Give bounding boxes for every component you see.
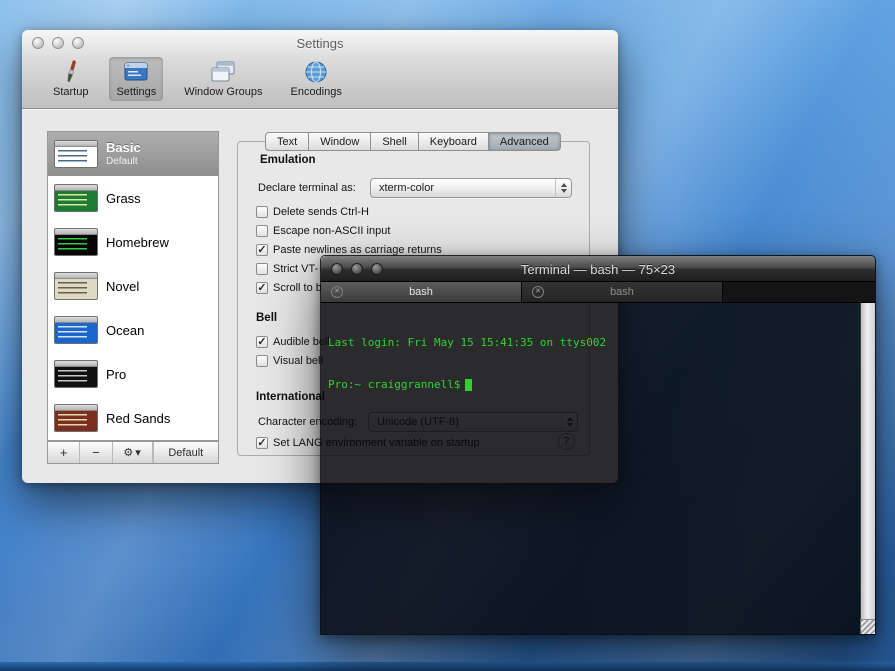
profile-thumbnail-grass bbox=[54, 184, 98, 212]
tab-close-icon[interactable]: ✕ bbox=[331, 286, 343, 298]
checkbox-box[interactable]: ✓ bbox=[256, 282, 268, 294]
profile-thumbnail-pro bbox=[54, 360, 98, 388]
toolbar-label-startup: Startup bbox=[53, 86, 88, 98]
globe-icon bbox=[303, 59, 329, 85]
tab-keyboard[interactable]: Keyboard bbox=[419, 132, 489, 151]
terminal-tab-label: bash bbox=[610, 286, 634, 298]
toolbar-label-window-groups: Window Groups bbox=[184, 86, 262, 98]
terminal-window: Terminal — bash — 75×23 ✕ bash ✕ bash La… bbox=[320, 255, 876, 635]
profile-item-red-sands[interactable]: Red Sands bbox=[48, 396, 218, 440]
tab-shell[interactable]: Shell bbox=[371, 132, 418, 151]
chevron-down-icon: ▾ bbox=[135, 446, 141, 459]
profile-name: Novel bbox=[106, 279, 139, 294]
checkbox-box[interactable] bbox=[256, 263, 268, 275]
profile-item-pro[interactable]: Pro bbox=[48, 352, 218, 396]
profile-name: Homebrew bbox=[106, 235, 169, 250]
desktop-bottom-strip bbox=[0, 662, 895, 671]
checkbox-box[interactable]: ✓ bbox=[256, 437, 268, 449]
profiles-footer-bar: + − ⚙ ▾ Default bbox=[47, 441, 219, 464]
profile-name: Ocean bbox=[106, 323, 144, 338]
toolbar-item-encodings[interactable]: Encodings bbox=[283, 57, 348, 101]
declare-terminal-label: Declare terminal as: bbox=[258, 182, 356, 194]
checkbox-strict-vt[interactable]: Strict VT- bbox=[256, 262, 318, 276]
checkbox-visual-bell[interactable]: Visual bell bbox=[256, 354, 323, 368]
tab-window[interactable]: Window bbox=[309, 132, 371, 151]
profile-name: Basic bbox=[106, 140, 141, 156]
terminal-titlebar[interactable]: Terminal — bash — 75×23 bbox=[321, 256, 875, 282]
toolbar-item-startup[interactable]: Startup bbox=[46, 57, 95, 101]
profile-item-grass[interactable]: Grass bbox=[48, 176, 218, 220]
checkbox-box[interactable]: ✓ bbox=[256, 336, 268, 348]
profiles-list: Basic Default Grass Homebrew Novel Ocean bbox=[47, 131, 219, 441]
window-groups-icon bbox=[210, 59, 236, 85]
profile-item-ocean[interactable]: Ocean bbox=[48, 308, 218, 352]
profile-thumbnail-basic bbox=[54, 140, 98, 168]
profile-thumbnail-homebrew bbox=[54, 228, 98, 256]
paintbrush-icon bbox=[58, 59, 84, 85]
checkbox-box[interactable]: ✓ bbox=[256, 244, 268, 256]
checkbox-box[interactable] bbox=[256, 225, 268, 237]
terminal-tab-2[interactable]: ✕ bash bbox=[522, 282, 723, 302]
profile-default-tag: Default bbox=[106, 156, 141, 168]
checkbox-scroll-to-bottom[interactable]: ✓ Scroll to b bbox=[256, 281, 322, 295]
declare-terminal-value: xterm-color bbox=[371, 182, 555, 194]
terminal-tab-label: bash bbox=[409, 286, 433, 298]
gear-icon: ⚙ bbox=[123, 446, 133, 459]
checkbox-delete-sends-ctrl-h[interactable]: Delete sends Ctrl-H bbox=[256, 205, 369, 219]
international-heading: International bbox=[256, 391, 325, 403]
terminal-scrollbar[interactable] bbox=[860, 303, 875, 634]
profile-thumbnail-ocean bbox=[54, 316, 98, 344]
emulation-heading: Emulation bbox=[260, 154, 316, 166]
bell-heading: Bell bbox=[256, 312, 277, 324]
set-default-button[interactable]: Default bbox=[153, 442, 218, 463]
toolbar-label-settings: Settings bbox=[116, 86, 156, 98]
stepper-arrows-icon bbox=[555, 179, 571, 197]
tab-advanced[interactable]: Advanced bbox=[489, 132, 561, 151]
profile-thumbnail-novel bbox=[54, 272, 98, 300]
add-profile-button[interactable]: + bbox=[48, 442, 80, 463]
terminal-window-title: Terminal — bash — 75×23 bbox=[321, 262, 875, 277]
toolbar-item-window-groups[interactable]: Window Groups bbox=[177, 57, 269, 101]
checkbox-box[interactable] bbox=[256, 355, 268, 367]
tab-close-icon[interactable]: ✕ bbox=[532, 286, 544, 298]
profile-name: Red Sands bbox=[106, 411, 170, 426]
pane-tabs: Text Window Shell Keyboard Advanced bbox=[265, 132, 561, 151]
profile-item-basic[interactable]: Basic Default bbox=[48, 132, 218, 176]
checkbox-escape-non-ascii[interactable]: Escape non-ASCII input bbox=[256, 224, 390, 238]
resize-grip[interactable] bbox=[860, 619, 875, 634]
terminal-tab-1[interactable]: ✕ bash bbox=[321, 282, 522, 302]
profile-item-homebrew[interactable]: Homebrew bbox=[48, 220, 218, 264]
terminal-output[interactable]: Last login: Fri May 15 15:41:35 on ttys0… bbox=[321, 303, 875, 634]
checkbox-box[interactable] bbox=[256, 206, 268, 218]
terminal-cursor bbox=[465, 379, 472, 391]
profile-actions-button[interactable]: ⚙ ▾ bbox=[113, 442, 153, 463]
profile-thumbnail-red-sands bbox=[54, 404, 98, 432]
settings-toolbar: Startup Settings bbox=[46, 57, 349, 101]
tab-text[interactable]: Text bbox=[265, 132, 309, 151]
settings-window-title: Settings bbox=[22, 36, 618, 51]
toolbar-item-settings[interactable]: Settings bbox=[109, 57, 163, 101]
terminal-tab-bar: ✕ bash ✕ bash bbox=[321, 282, 875, 303]
checkbox-audible-bell[interactable]: ✓ Audible bell bbox=[256, 335, 330, 349]
settings-titlebar[interactable]: Settings Startup bbox=[22, 30, 618, 109]
profile-name: Pro bbox=[106, 367, 126, 382]
remove-profile-button[interactable]: − bbox=[80, 442, 112, 463]
declare-terminal-dropdown[interactable]: xterm-color bbox=[370, 178, 572, 198]
terminal-prompt-line: Pro:~ craiggrannell$ bbox=[328, 378, 853, 392]
terminal-line: Last login: Fri May 15 15:41:35 on ttys0… bbox=[328, 336, 853, 350]
profile-item-novel[interactable]: Novel bbox=[48, 264, 218, 308]
settings-window-icon bbox=[123, 59, 149, 85]
toolbar-label-encodings: Encodings bbox=[290, 86, 341, 98]
profile-name: Grass bbox=[106, 191, 141, 206]
